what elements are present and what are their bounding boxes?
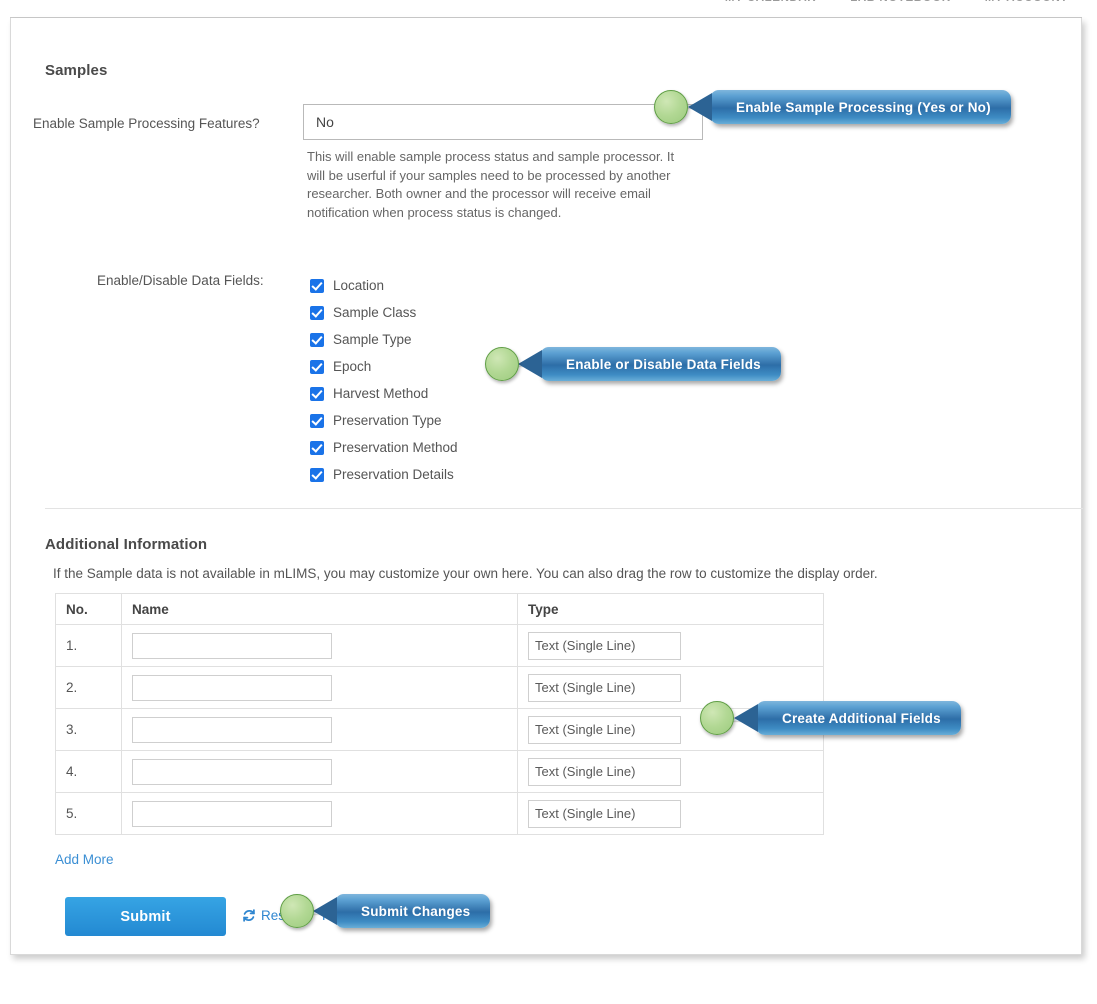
- nav-item-lab-notebook[interactable]: LAB NOTEBOOK: [850, 0, 950, 4]
- checkbox-preservation-method-icon[interactable]: [310, 440, 324, 455]
- field-type-select[interactable]: Text (Single Line): [528, 799, 681, 828]
- top-navigation-bar: MY CALENDAR LAB NOTEBOOK MY ACCOUNT: [10, 0, 1082, 18]
- field-name-input[interactable]: [132, 758, 332, 785]
- checkbox-sample-type-icon[interactable]: [310, 332, 324, 347]
- row-type-cell: Text (Single Line): [517, 624, 824, 667]
- checkbox-label-preservation-details: Preservation Details: [333, 467, 454, 482]
- checkbox-preservation-type-icon[interactable]: [310, 413, 324, 428]
- column-header-no: No.: [55, 593, 122, 625]
- checkbox-label-epoch: Epoch: [333, 359, 372, 374]
- checkbox-label-harvest-method: Harvest Method: [333, 386, 429, 401]
- row-number: 1.: [55, 624, 122, 667]
- callout-marker-additional-fields: [700, 701, 734, 735]
- add-more-link[interactable]: Add More: [55, 852, 114, 867]
- sample-processing-help-text: This will enable sample process status a…: [307, 149, 675, 221]
- table-row[interactable]: 5. Text (Single Line): [55, 792, 824, 835]
- row-name-cell: [121, 708, 518, 751]
- checkbox-label-location: Location: [333, 278, 385, 293]
- top-navigation-items: MY CALENDAR LAB NOTEBOOK MY ACCOUNT: [725, 0, 1068, 4]
- row-number: 2.: [55, 666, 122, 709]
- column-header-type: Type: [517, 593, 824, 625]
- additional-information-description: If the Sample data is not available in m…: [53, 566, 878, 581]
- checkbox-row-preservation-type[interactable]: Preservation Type: [310, 407, 458, 434]
- row-type-cell: Text (Single Line): [517, 750, 824, 793]
- field-name-input[interactable]: [132, 674, 332, 701]
- settings-panel: Samples Enable Sample Processing Feature…: [10, 18, 1083, 955]
- row-name-cell: [121, 750, 518, 793]
- enable-sample-processing-label: Enable Sample Processing Features?: [33, 116, 260, 131]
- samples-section-title: Samples: [45, 62, 108, 79]
- row-name-cell: [121, 792, 518, 835]
- checkbox-preservation-details-icon[interactable]: [310, 467, 324, 482]
- checkbox-row-preservation-method[interactable]: Preservation Method: [310, 434, 458, 461]
- row-number: 4.: [55, 750, 122, 793]
- checkbox-row-location[interactable]: Location: [310, 272, 458, 299]
- checkbox-harvest-method-icon[interactable]: [310, 386, 324, 401]
- field-type-select[interactable]: Text (Single Line): [528, 715, 681, 744]
- callout-create-additional-fields: Create Additional Fields: [734, 701, 961, 735]
- table-row[interactable]: 4. Text (Single Line): [55, 750, 824, 793]
- additional-information-title: Additional Information: [45, 536, 208, 553]
- callout-submit-changes: Submit Changes: [312, 894, 491, 928]
- checkbox-label-sample-type: Sample Type: [333, 332, 412, 347]
- row-name-cell: [121, 624, 518, 667]
- section-divider: [45, 508, 1083, 509]
- callout-enable-sample-processing: Enable Sample Processing (Yes or No): [688, 90, 1011, 124]
- checkbox-location-icon[interactable]: [310, 278, 324, 293]
- checkbox-row-epoch[interactable]: Epoch: [310, 353, 458, 380]
- checkbox-sample-class-icon[interactable]: [310, 305, 324, 320]
- data-fields-checkbox-list: Location Sample Class Sample Type Epoch …: [310, 272, 458, 488]
- checkbox-label-preservation-method: Preservation Method: [333, 440, 458, 455]
- field-name-input[interactable]: [132, 632, 332, 659]
- field-name-input[interactable]: [132, 800, 332, 827]
- callout-marker-enable-processing: [654, 90, 688, 124]
- row-number: 5.: [55, 792, 122, 835]
- submit-button[interactable]: Submit: [65, 897, 226, 936]
- table-row[interactable]: 1. Text (Single Line): [55, 624, 824, 667]
- refresh-icon: [242, 908, 256, 923]
- nav-item-my-calendar[interactable]: MY CALENDAR: [725, 0, 816, 4]
- callout-enable-disable-data-fields: Enable or Disable Data Fields: [518, 347, 781, 381]
- table-header-row: No. Name Type: [55, 593, 824, 625]
- field-type-select[interactable]: Text (Single Line): [528, 673, 681, 702]
- callout-marker-data-fields: [485, 347, 519, 381]
- checkbox-row-preservation-details[interactable]: Preservation Details: [310, 461, 458, 488]
- checkbox-label-sample-class: Sample Class: [333, 305, 417, 320]
- enable-disable-data-fields-label: Enable/Disable Data Fields:: [97, 273, 264, 288]
- settings-content: Samples Enable Sample Processing Feature…: [11, 18, 1083, 954]
- row-number: 3.: [55, 708, 122, 751]
- enable-sample-processing-select[interactable]: No: [303, 104, 703, 140]
- checkbox-row-sample-class[interactable]: Sample Class: [310, 299, 458, 326]
- row-type-cell: Text (Single Line): [517, 792, 824, 835]
- column-header-name: Name: [121, 593, 518, 625]
- callout-marker-submit: [280, 894, 314, 928]
- field-name-input[interactable]: [132, 716, 332, 743]
- row-name-cell: [121, 666, 518, 709]
- checkbox-row-sample-type[interactable]: Sample Type: [310, 326, 458, 353]
- checkbox-epoch-icon[interactable]: [310, 359, 324, 374]
- field-type-select[interactable]: Text (Single Line): [528, 757, 681, 786]
- field-type-select[interactable]: Text (Single Line): [528, 631, 681, 660]
- nav-item-my-account[interactable]: MY ACCOUNT: [985, 0, 1068, 4]
- checkbox-label-preservation-type: Preservation Type: [333, 413, 442, 428]
- checkbox-row-harvest-method[interactable]: Harvest Method: [310, 380, 458, 407]
